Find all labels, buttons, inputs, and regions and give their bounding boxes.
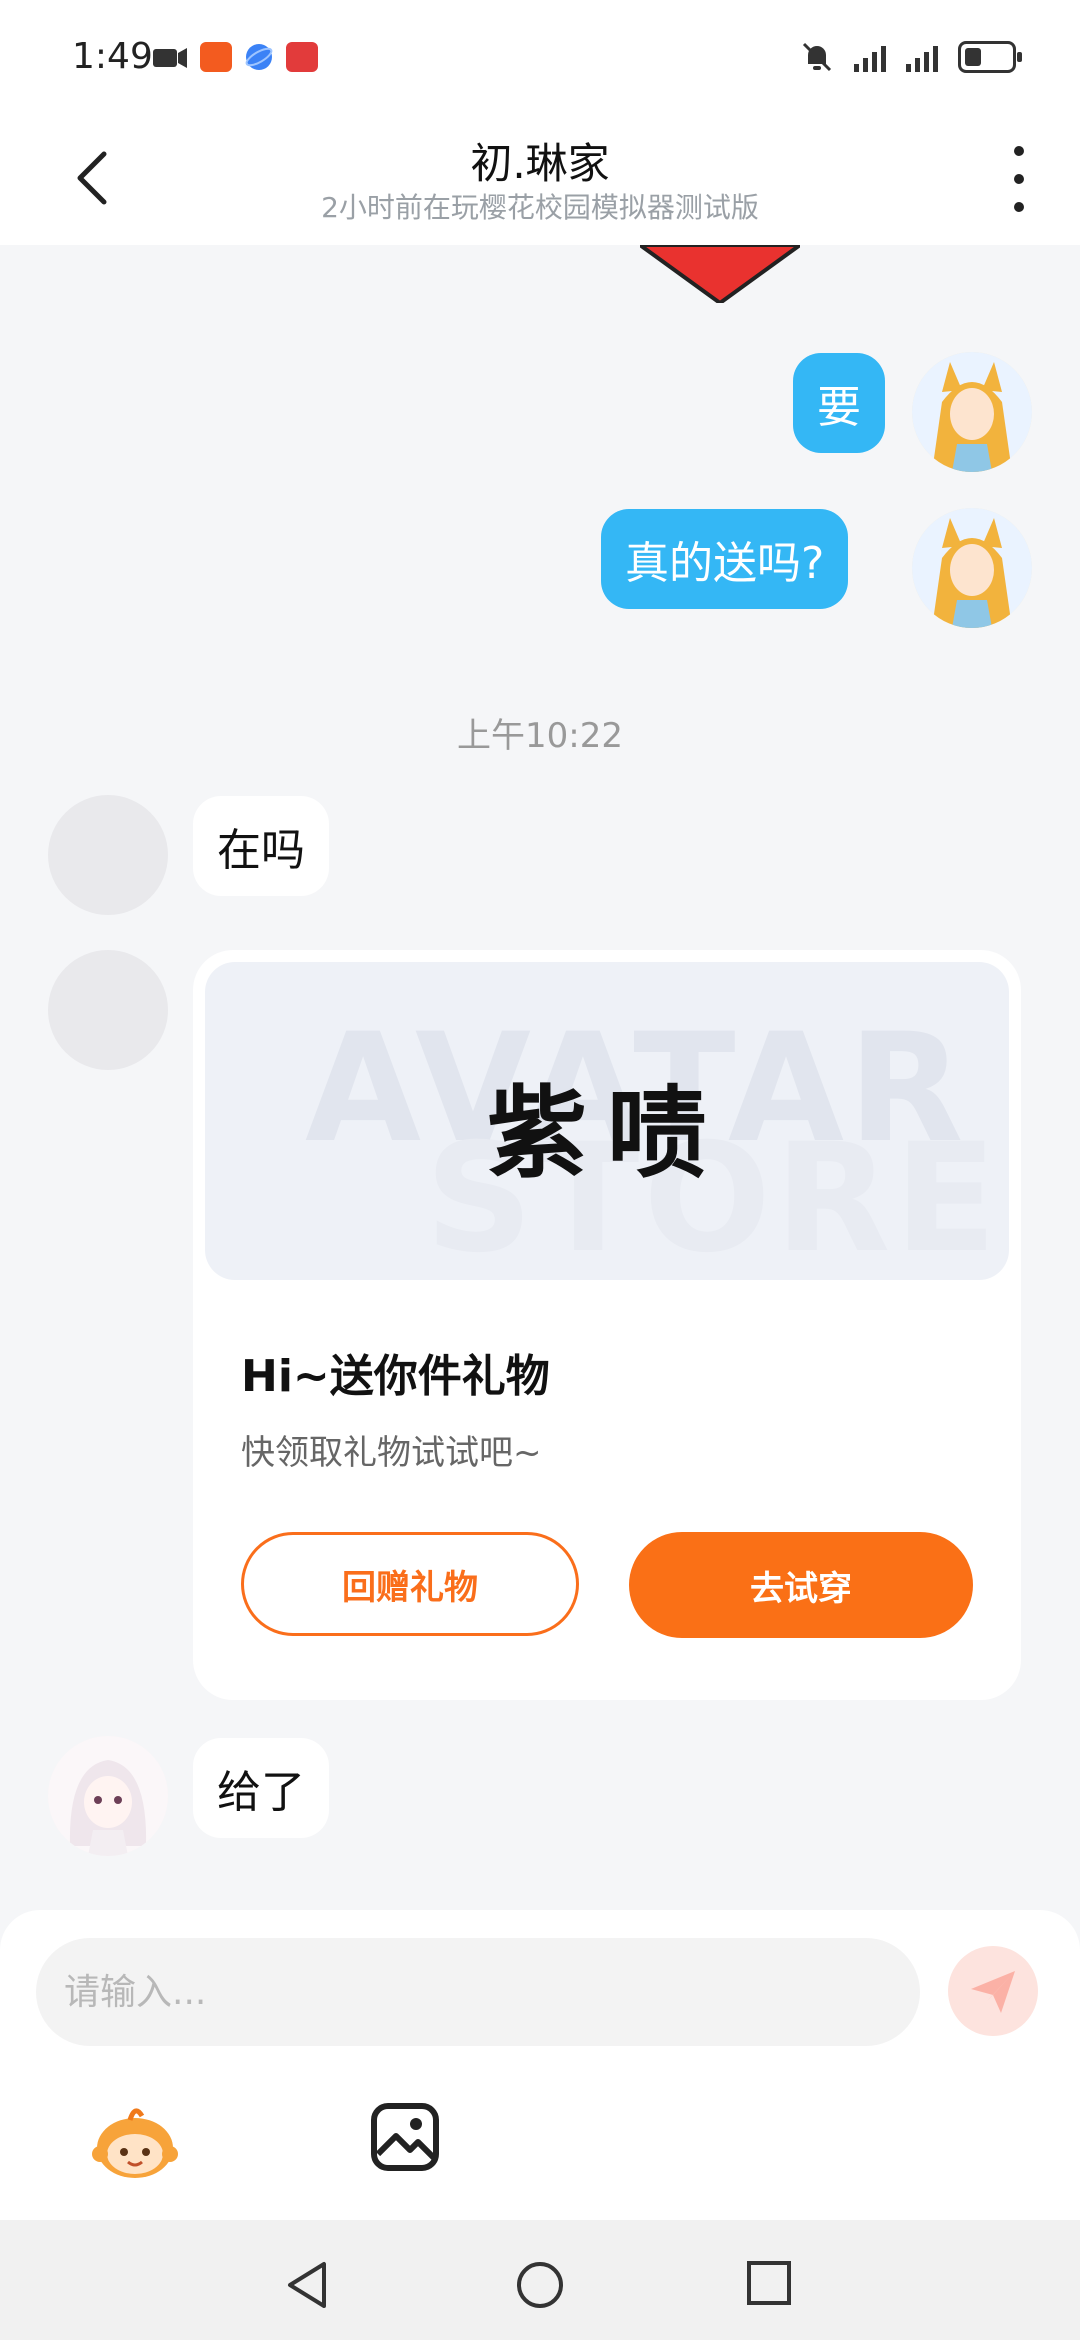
notification-icons bbox=[152, 42, 318, 72]
my-avatar[interactable] bbox=[912, 508, 1032, 628]
status-bar: 1:49 bbox=[0, 0, 1080, 110]
sent-message-bubble[interactable]: 真的送吗? bbox=[601, 509, 849, 609]
signal-icon bbox=[854, 42, 886, 72]
signal-icon-2 bbox=[906, 42, 938, 72]
chat-subtitle: 2小时前在玩樱花校园模拟器测试版 bbox=[321, 191, 759, 224]
contact-avatar[interactable] bbox=[48, 1736, 168, 1856]
nav-home-icon[interactable] bbox=[515, 2260, 565, 2310]
shopping-app-icon bbox=[286, 42, 318, 72]
system-status-icons bbox=[800, 40, 1022, 74]
send-button[interactable] bbox=[948, 1946, 1038, 2036]
message-composer bbox=[0, 1910, 1080, 2220]
app-notification-icon bbox=[200, 42, 232, 72]
gift-title: Hi~送你件礼物 bbox=[241, 1351, 550, 1402]
status-time: 1:49 bbox=[72, 36, 153, 77]
system-navigation-bar bbox=[0, 2220, 1080, 2340]
heart-sticker bbox=[640, 245, 800, 303]
gift-card[interactable]: AVATAR STORE 紫啧 Hi~送你件礼物 快领取礼物试试吧~ 回赠礼物 … bbox=[193, 950, 1021, 1700]
fox-girl-avatar-icon bbox=[912, 508, 1032, 628]
nav-recents-icon[interactable] bbox=[746, 2260, 792, 2306]
try-on-button[interactable]: 去试穿 bbox=[629, 1532, 973, 1638]
my-avatar[interactable] bbox=[912, 352, 1032, 472]
fox-girl-avatar-icon bbox=[912, 352, 1032, 472]
gift-description: 快领取礼物试试吧~ bbox=[241, 1433, 542, 1473]
message-timestamp: 上午10:22 bbox=[457, 716, 623, 756]
anime-girl-avatar-icon bbox=[48, 1736, 168, 1856]
return-gift-button[interactable]: 回赠礼物 bbox=[241, 1532, 579, 1636]
gift-art-text: 紫啧 bbox=[487, 1074, 727, 1192]
battery-icon bbox=[958, 41, 1022, 73]
chat-header: 初.琳家 2小时前在玩樱花校园模拟器测试版 bbox=[0, 110, 1080, 245]
emoji-mascot-icon[interactable] bbox=[90, 2102, 180, 2182]
chat-title: 初.琳家 bbox=[470, 139, 610, 188]
browser-icon bbox=[245, 44, 273, 70]
image-gallery-icon[interactable] bbox=[370, 2102, 440, 2172]
more-options-icon[interactable] bbox=[1004, 146, 1034, 212]
mute-bell-icon bbox=[802, 42, 832, 72]
sent-message-bubble[interactable]: 要 bbox=[793, 353, 885, 453]
contact-avatar[interactable] bbox=[48, 950, 168, 1070]
gift-banner: AVATAR STORE 紫啧 bbox=[205, 962, 1009, 1280]
contact-avatar[interactable] bbox=[48, 795, 168, 915]
received-message-bubble[interactable]: 在吗 bbox=[193, 796, 329, 896]
nav-back-icon[interactable] bbox=[284, 2260, 330, 2310]
send-icon bbox=[971, 1971, 1015, 2013]
received-message-bubble[interactable]: 给了 bbox=[193, 1738, 329, 1838]
message-input[interactable] bbox=[36, 1938, 920, 2046]
video-icon bbox=[153, 48, 187, 68]
